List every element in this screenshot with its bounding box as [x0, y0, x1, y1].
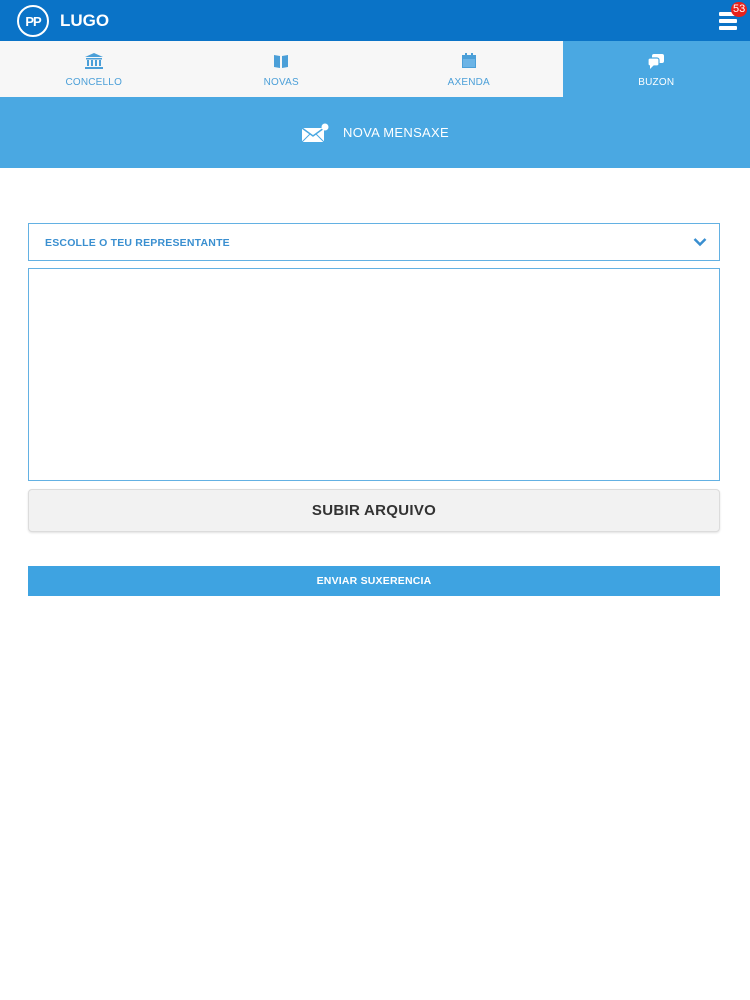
tab-novas[interactable]: NOVAS — [188, 41, 376, 97]
tab-bar: CONCELLO NOVAS AXENDA BUZON — [0, 41, 750, 97]
building-icon — [84, 53, 103, 69]
representative-select-value: ESCOLLE O TEU REPRESENTANTE — [45, 237, 230, 249]
app-title: LUGO — [60, 11, 110, 30]
tab-label: NOVAS — [263, 77, 299, 88]
top-bar: PP LUGO 53 — [0, 0, 750, 41]
envelope-icon — [301, 123, 329, 142]
notification-badge: 53 — [731, 2, 748, 17]
send-suggestion-label: ENVIAR SUXERENCIA — [316, 575, 432, 587]
upload-file-button[interactable]: SUBIR ARQUIVO — [28, 489, 720, 532]
tab-axenda[interactable]: AXENDA — [375, 41, 563, 97]
upload-file-label: SUBIR ARQUIVO — [311, 502, 437, 519]
logo-text: PP — [25, 13, 41, 29]
tab-buzon[interactable]: BUZON — [562, 41, 750, 97]
tab-label: CONCELLO — [65, 77, 123, 88]
tab-label: BUZON — [638, 77, 675, 88]
message-textarea[interactable] — [28, 268, 720, 481]
tab-label: AXENDA — [447, 77, 490, 88]
tab-concello[interactable]: CONCELLO — [0, 41, 188, 97]
chat-icon — [647, 54, 665, 69]
pp-logo: PP — [17, 5, 49, 37]
new-message-banner: NOVA MENSAXE — [0, 97, 750, 168]
new-message-label: NOVA MENSAXE — [343, 125, 449, 140]
calendar-icon — [461, 53, 476, 68]
new-message-button[interactable]: NOVA MENSAXE — [301, 123, 449, 143]
representative-select[interactable]: ESCOLLE O TEU REPRESENTANTE — [28, 223, 720, 261]
chevron-down-icon — [693, 238, 707, 247]
book-icon — [274, 55, 289, 68]
send-suggestion-button[interactable]: ENVIAR SUXERENCIA — [28, 566, 720, 596]
